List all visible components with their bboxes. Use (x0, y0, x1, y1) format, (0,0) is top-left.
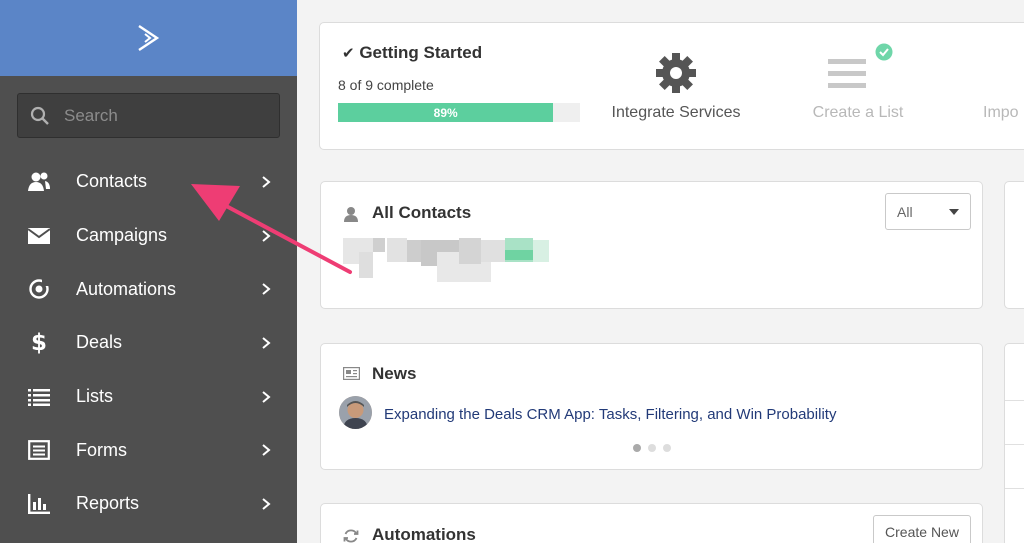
chevron-right-icon (262, 337, 271, 349)
sidebar-item-reports[interactable]: Reports (0, 477, 297, 531)
carousel-dot[interactable] (663, 444, 671, 452)
sidebar-item-label: Forms (76, 439, 127, 460)
right-card-partial (1004, 343, 1024, 543)
search-box[interactable] (17, 93, 280, 138)
chevron-right-icon (262, 390, 271, 403)
refresh-icon (343, 529, 359, 543)
check-circle-icon (875, 43, 893, 61)
automations-card: Automations Create New (320, 503, 983, 543)
carousel-dots (633, 444, 671, 452)
sidebar-item-campaigns[interactable]: Campaigns (0, 209, 297, 263)
all-contacts-title: All Contacts (372, 203, 472, 222)
step-integrate-services[interactable]: Integrate Services (611, 51, 741, 122)
checkmark-icon: ✔ (342, 44, 355, 62)
step-create-list[interactable]: Create a List (798, 43, 918, 122)
caret-down-icon (949, 209, 959, 215)
dollar-icon: $ (30, 329, 47, 356)
sidebar: Contacts Campaigns Automations $ Deals (0, 0, 297, 543)
sidebar-item-automations[interactable]: Automations (0, 262, 297, 316)
carousel-dot[interactable] (648, 444, 656, 452)
progress-bar: 89% (338, 103, 580, 122)
automations-title: Automations (372, 525, 476, 543)
automation-icon (27, 278, 51, 300)
progress-subtitle: 8 of 9 complete (338, 77, 434, 93)
getting-started-card: ✔ Getting Started 8 of 9 complete 89% In… (319, 22, 1024, 150)
chevron-right-icon (262, 283, 271, 295)
avatar (339, 396, 372, 429)
filter-value: All (897, 203, 913, 220)
chevron-right-icon (262, 229, 271, 242)
carousel-dot[interactable] (633, 444, 641, 452)
contacts-icon (27, 171, 51, 193)
app-logo[interactable] (0, 0, 297, 76)
sidebar-item-lists[interactable]: Lists (0, 370, 297, 424)
bar-chart-icon (27, 493, 51, 515)
contacts-filter-dropdown[interactable]: All (885, 193, 971, 230)
sidebar-item-label: Lists (76, 386, 114, 407)
right-card-partial (1004, 181, 1024, 309)
search-input[interactable] (64, 105, 264, 126)
create-new-button[interactable]: Create New (873, 515, 971, 543)
step-label: Create a List (812, 104, 904, 121)
news-card: News Expanding the Deals CRM App: Tasks,… (320, 343, 983, 470)
search-icon (30, 106, 49, 125)
chevron-right-icon (262, 176, 271, 188)
news-headline-link[interactable]: Expanding the Deals CRM App: Tasks, Filt… (384, 406, 836, 423)
sidebar-item-label: Deals (76, 332, 123, 353)
chevron-right-icon (262, 444, 271, 457)
sidebar-item-label: Contacts (76, 171, 148, 192)
person-icon (344, 207, 358, 222)
sidebar-item-label: Campaigns (76, 225, 168, 246)
envelope-icon (27, 225, 51, 247)
gear-icon (656, 53, 696, 93)
step-label: Integrate Services (611, 104, 741, 121)
getting-started-title: ✔ Getting Started (342, 43, 483, 62)
sidebar-item-contacts[interactable]: Contacts (0, 155, 297, 209)
logo-chevron-icon (137, 25, 159, 51)
step-label: Impo (983, 104, 1019, 121)
news-title: News (372, 364, 417, 383)
sidebar-nav: Contacts Campaigns Automations $ Deals L… (0, 155, 297, 531)
step-import[interactable]: Impo (983, 51, 1024, 122)
chevron-right-icon (262, 498, 271, 510)
sidebar-item-label: Automations (76, 278, 177, 299)
sidebar-item-forms[interactable]: Forms (0, 423, 297, 477)
newspaper-icon (343, 367, 360, 380)
list-icon (27, 386, 51, 408)
form-icon (27, 439, 51, 461)
list-lines-icon (828, 59, 866, 88)
progress-fill: 89% (338, 103, 554, 122)
sidebar-item-deals[interactable]: $ Deals (0, 316, 297, 370)
sidebar-item-label: Reports (76, 493, 140, 514)
all-contacts-card: All Contacts All (320, 181, 983, 309)
